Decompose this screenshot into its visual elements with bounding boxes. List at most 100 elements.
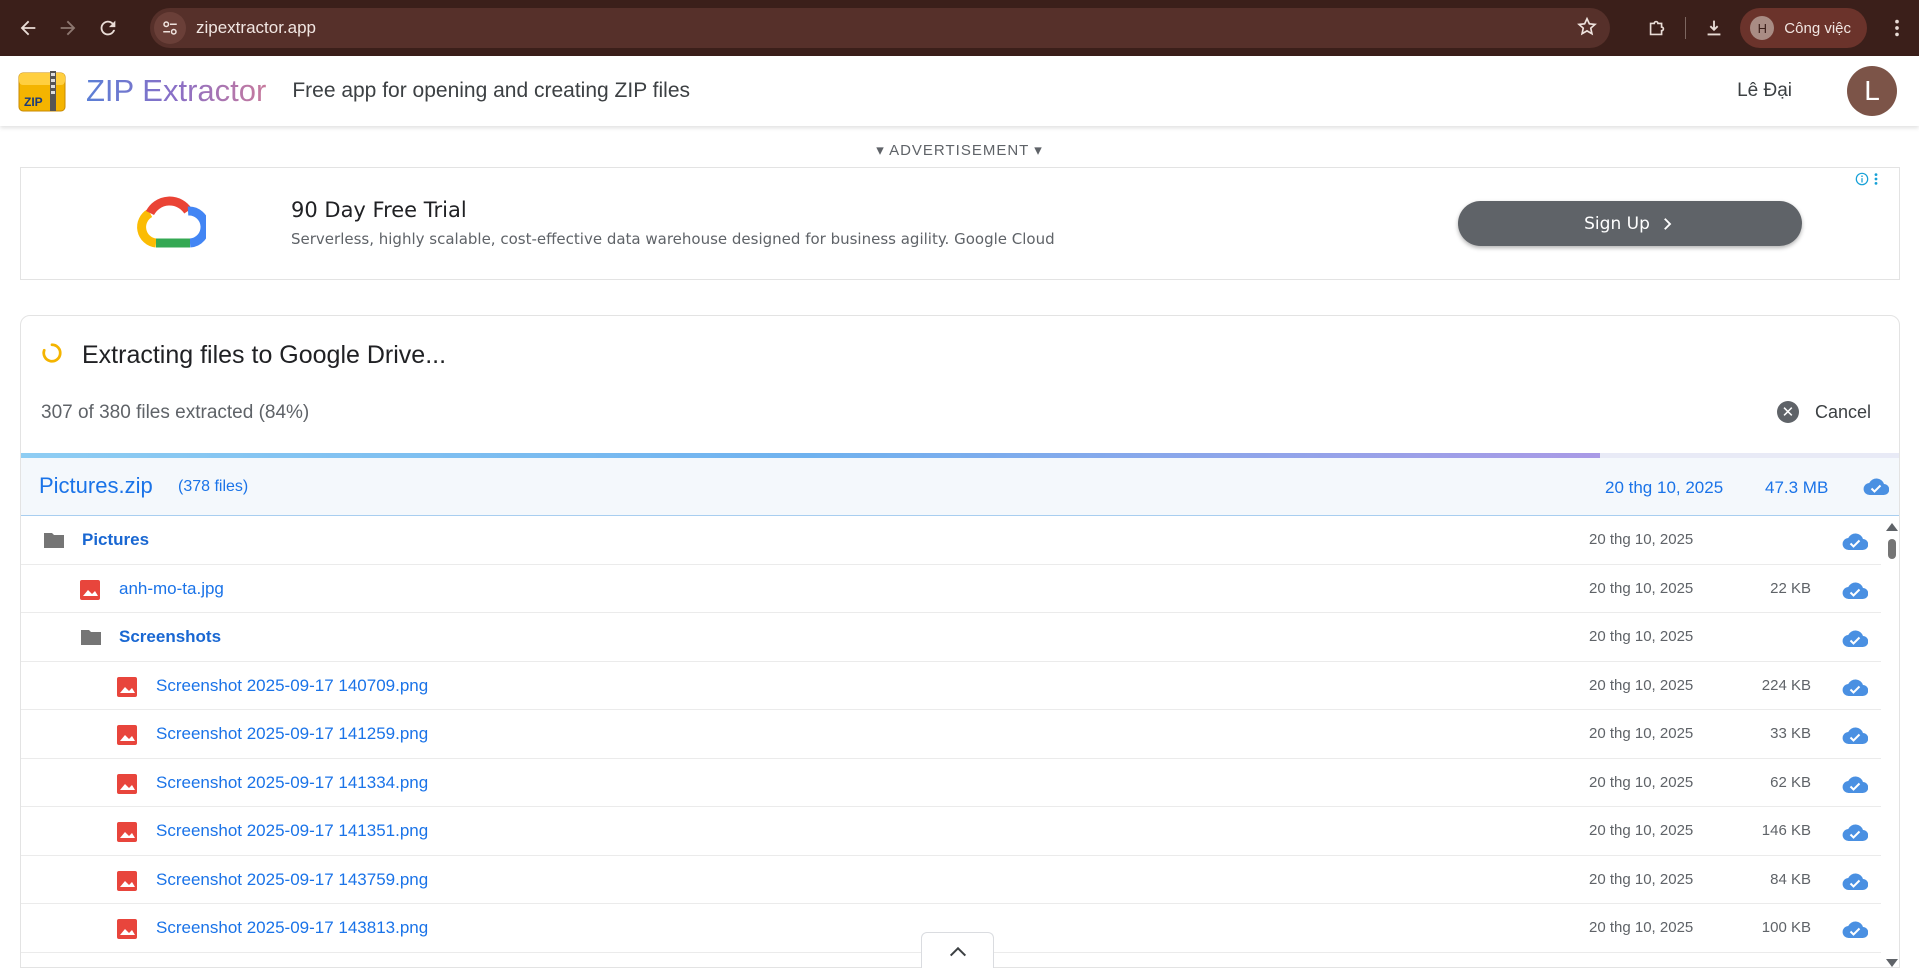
cloud-done-icon[interactable]	[1842, 677, 1869, 702]
zip-logo[interactable]: ZIP	[18, 69, 68, 113]
tagline: Free app for opening and creating ZIP fi…	[292, 79, 690, 102]
ad-title[interactable]: 90 Day Free Trial	[291, 198, 467, 222]
download-icon	[1707, 20, 1721, 36]
image-icon	[116, 821, 140, 842]
file-name[interactable]: anh-mo-ta.jpg	[119, 579, 224, 599]
cloud-done-icon[interactable]	[1842, 531, 1869, 556]
url-text[interactable]: zipextractor.app	[196, 18, 316, 38]
file-name[interactable]: Screenshot 2025-09-17 143813.png	[156, 918, 428, 938]
file-name[interactable]: Screenshots	[119, 627, 221, 647]
file-row[interactable]: Screenshot 2025-09-17 141351.png 20 thg 1…	[21, 807, 1881, 856]
extensions-button[interactable]	[1637, 8, 1677, 48]
cloud-done-icon[interactable]	[1842, 725, 1869, 750]
ad-description: Serverless, highly scalable, cost-effect…	[291, 230, 1055, 248]
archive-name[interactable]: Pictures.zip	[39, 473, 153, 499]
browser-menu-button[interactable]	[1877, 8, 1917, 48]
extraction-title: Extracting files to Google Drive...	[82, 341, 447, 369]
reload-button[interactable]	[88, 8, 128, 48]
file-date: 20 thg 10, 2025	[1589, 870, 1694, 888]
file-name[interactable]: Screenshot 2025-09-17 141351.png	[156, 821, 428, 841]
ad-signup-button[interactable]: Sign Up	[1458, 201, 1802, 246]
scroll-thumb[interactable]	[1888, 539, 1896, 559]
archive-file-count: (378 files)	[178, 478, 249, 495]
image-icon	[79, 579, 103, 600]
file-size: 224 KB	[1761, 676, 1811, 694]
ad-menu-icon	[1874, 173, 1878, 185]
site-settings-button[interactable]	[154, 12, 186, 44]
collapse-button[interactable]	[921, 932, 994, 968]
file-size: 33 KB	[1770, 725, 1811, 742]
chevron-right-icon	[1663, 217, 1672, 230]
file-date: 20 thg 10, 2025	[1589, 676, 1694, 694]
extraction-card: Extracting files to Google Drive... 307 …	[20, 315, 1900, 968]
file-list: Pictures 20 thg 10, 2025 anh-mo-ta.jpg 20 t…	[21, 516, 1881, 953]
user-name[interactable]: Lê Đại	[1737, 80, 1792, 102]
file-date: 20 thg 10, 2025	[1589, 919, 1694, 936]
scrollbar[interactable]	[1885, 523, 1899, 967]
ad-choices[interactable]	[1855, 172, 1879, 186]
google-cloud-logo-icon	[137, 196, 206, 248]
chevron-up-icon	[949, 946, 966, 956]
file-name[interactable]: Screenshot 2025-09-17 140709.png	[156, 676, 428, 696]
cloud-done-icon[interactable]	[1842, 628, 1869, 653]
cloud-done-icon[interactable]	[1842, 919, 1869, 944]
image-icon	[116, 724, 140, 745]
file-row[interactable]: anh-mo-ta.jpg 20 thg 10, 2025 22 KB	[21, 565, 1881, 613]
archive-row[interactable]: Pictures.zip (378 files) 20 thg 10, 2025…	[21, 458, 1899, 516]
brand-name[interactable]: ZIP Extractor	[86, 73, 266, 109]
info-icon	[1855, 172, 1869, 186]
file-row[interactable]: Screenshot 2025-09-17 141334.png 20 thg 1…	[21, 759, 1881, 807]
archive-size: 47.3 MB	[1765, 478, 1829, 497]
cloud-done-icon[interactable]	[1842, 580, 1869, 605]
toolbar-right: H Công việc	[1637, 0, 1919, 56]
folder-row[interactable]: Pictures 20 thg 10, 2025	[21, 516, 1881, 565]
cloud-done-icon[interactable]	[1842, 774, 1869, 799]
archive-date: 20 thg 10, 2025	[1605, 478, 1724, 497]
file-date: 20 thg 10, 2025	[1589, 531, 1694, 548]
user-avatar[interactable]: L	[1847, 66, 1897, 116]
app-header: ZIP ZIP Extractor Free app for opening a…	[0, 56, 1919, 126]
profile-chip[interactable]: H Công việc	[1740, 8, 1867, 48]
tune-icon	[163, 21, 177, 35]
profile-avatar: H	[1750, 16, 1775, 40]
ad-banner[interactable]: 90 Day Free Trial Serverless, highly sca…	[20, 167, 1900, 280]
scroll-up-arrow[interactable]	[1886, 523, 1898, 531]
cloud-done-icon[interactable]	[1842, 822, 1869, 847]
ad-label: ▾ ADVERTISEMENT ▾	[876, 142, 1043, 159]
file-name[interactable]: Screenshot 2025-09-17 141259.png	[156, 724, 428, 744]
cancel-button[interactable]: ✕ Cancel	[1776, 401, 1871, 423]
logo-text: ZIP	[24, 95, 43, 109]
image-icon	[116, 870, 140, 891]
file-name[interactable]: Screenshot 2025-09-17 141334.png	[156, 773, 428, 793]
address-bar[interactable]: zipextractor.app	[150, 8, 1610, 48]
file-size: 62 KB	[1770, 773, 1811, 791]
file-date: 20 thg 10, 2025	[1589, 628, 1694, 645]
kebab-menu-icon	[1895, 19, 1899, 37]
ad-signup-label: Sign Up	[1584, 213, 1650, 234]
image-icon	[116, 773, 140, 794]
cloud-done-icon[interactable]	[1842, 871, 1869, 896]
spinner-icon	[42, 343, 62, 363]
file-row[interactable]: Screenshot 2025-09-17 140709.png 20 thg 1…	[21, 662, 1881, 710]
arrow-left-icon	[20, 20, 36, 36]
file-row[interactable]: Screenshot 2025-09-17 141259.png 20 thg 1…	[21, 710, 1881, 759]
back-button[interactable]	[8, 8, 48, 48]
file-size: 146 KB	[1761, 822, 1811, 839]
scroll-down-arrow[interactable]	[1886, 959, 1898, 967]
cloud-done-icon[interactable]	[1863, 476, 1890, 501]
forward-button[interactable]	[48, 8, 88, 48]
file-name[interactable]: Screenshot 2025-09-17 143759.png	[156, 870, 428, 890]
file-size: 22 KB	[1770, 579, 1811, 597]
bookmark-star-icon[interactable]	[1576, 16, 1598, 43]
close-circle-icon: ✕	[1776, 401, 1799, 423]
profile-label: Công việc	[1784, 19, 1851, 37]
folder-row[interactable]: Screenshots 20 thg 10, 2025	[21, 613, 1881, 662]
file-name[interactable]: Pictures	[82, 530, 149, 550]
image-icon	[116, 918, 140, 939]
puzzle-icon	[1650, 20, 1665, 36]
file-row[interactable]: Screenshot 2025-09-17 143759.png 20 thg 1…	[21, 856, 1881, 904]
reload-icon	[100, 20, 116, 36]
cancel-label: Cancel	[1814, 401, 1871, 422]
image-icon	[116, 676, 140, 697]
downloads-button[interactable]	[1694, 8, 1734, 48]
